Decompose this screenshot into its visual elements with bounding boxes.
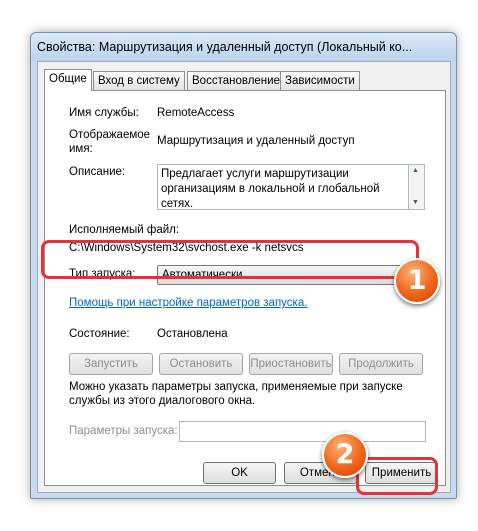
display-name-label-line2: имя: bbox=[69, 143, 93, 155]
scroll-down-arrow-icon[interactable]: ▼ bbox=[412, 199, 419, 206]
description-scrollbar[interactable]: ▲ ▼ bbox=[409, 164, 425, 210]
window-title: Свойства: Маршрутизация и удаленный дост… bbox=[37, 40, 413, 54]
startup-help-link[interactable]: Помощь при настройке параметров запуска. bbox=[69, 297, 307, 309]
display-name-label-line1: Отображаемое bbox=[69, 129, 151, 141]
pause-button[interactable]: Приостановить bbox=[249, 353, 333, 375]
tab-logon[interactable]: Вход в систему bbox=[93, 71, 185, 90]
ok-button[interactable]: OK bbox=[203, 462, 276, 484]
startup-type-value: Автоматически bbox=[162, 269, 243, 281]
executable-label: Исполняемый файл: bbox=[69, 224, 180, 236]
tab-general[interactable]: Общие bbox=[44, 69, 92, 91]
executable-path: C:\Windows\System32\svchost.exe -k netsv… bbox=[69, 242, 304, 254]
dialog-client-area: Общие Вход в систему Восстановление Зави… bbox=[37, 61, 451, 493]
chevron-down-icon: ▼ bbox=[416, 269, 425, 279]
scroll-up-arrow-icon[interactable]: ▲ bbox=[412, 167, 419, 174]
properties-window: Свойства: Маршрутизация и удаленный дост… bbox=[30, 32, 457, 499]
stop-button[interactable]: Остановить bbox=[159, 353, 243, 375]
service-name-value: RemoteAccess bbox=[157, 107, 235, 119]
startup-type-dropdown[interactable]: Автоматически ▼ bbox=[157, 265, 430, 285]
cancel-button[interactable]: Отмена bbox=[284, 462, 357, 484]
tab-recovery-label: Восстановление bbox=[192, 75, 280, 87]
tab-recovery[interactable]: Восстановление bbox=[187, 71, 285, 90]
service-name-label: Имя службы: bbox=[69, 107, 139, 119]
start-params-label: Параметры запуска: bbox=[69, 425, 178, 437]
tab-logon-label: Вход в систему bbox=[98, 75, 180, 87]
apply-button[interactable]: Применить bbox=[365, 462, 438, 484]
status-label: Состояние: bbox=[69, 328, 130, 340]
start-button[interactable]: Запустить bbox=[69, 353, 153, 375]
description-label: Описание: bbox=[69, 166, 126, 178]
tab-dependencies[interactable]: Зависимости bbox=[280, 71, 360, 90]
tab-dependencies-label: Зависимости bbox=[285, 75, 355, 87]
resume-button[interactable]: Продолжить bbox=[339, 353, 423, 375]
startup-params-note: Можно указать параметры запуска, применя… bbox=[69, 381, 403, 407]
display-name-value: Маршрутизация и удаленный доступ bbox=[157, 135, 355, 147]
status-value: Остановлена bbox=[157, 328, 228, 340]
general-tab-panel: Имя службы: RemoteAccess Отображаемое им… bbox=[44, 90, 446, 486]
tab-general-label: Общие bbox=[49, 73, 87, 85]
startup-type-label: Тип запуска: bbox=[69, 268, 136, 280]
start-params-input[interactable] bbox=[179, 421, 426, 442]
description-textbox[interactable]: Предлагает услуги маршрутизации организа… bbox=[157, 164, 409, 210]
title-bar[interactable]: Свойства: Маршрутизация и удаленный дост… bbox=[31, 33, 456, 61]
